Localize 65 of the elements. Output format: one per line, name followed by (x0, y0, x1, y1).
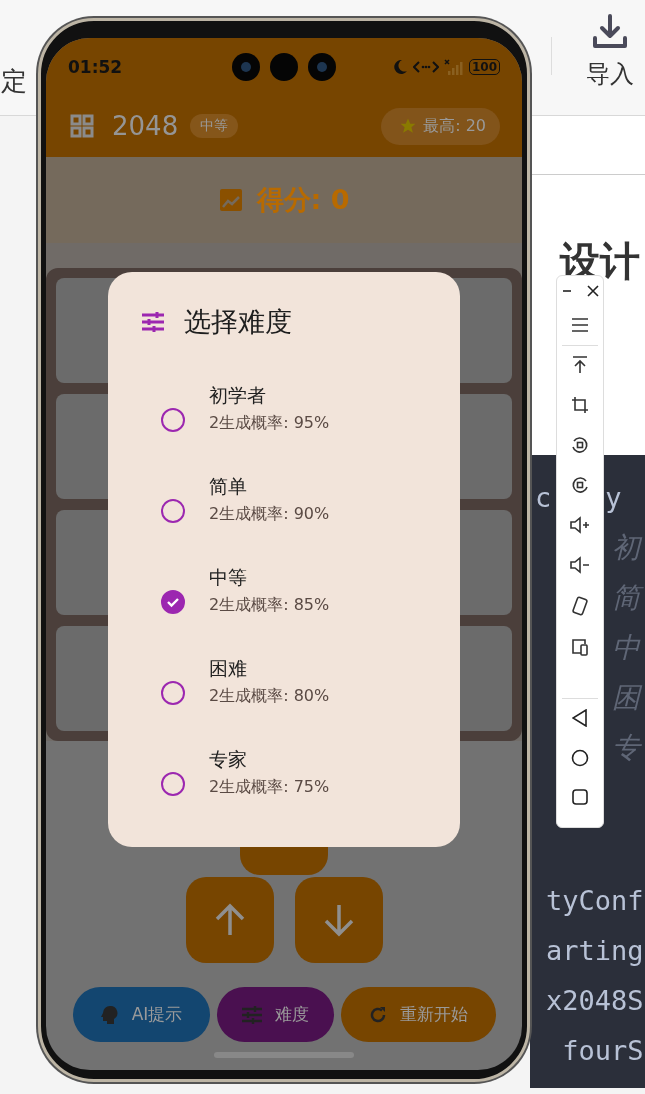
page-text: 定 (1, 65, 27, 98)
option-label: 中等 (209, 565, 248, 590)
restart-button[interactable]: 重新开始 (340, 987, 496, 1042)
code-text: c (535, 481, 552, 515)
radio-button[interactable] (161, 407, 185, 432)
battery-level: 100 (468, 58, 500, 75)
code-comment: 专 (612, 730, 643, 766)
head-icon (99, 1004, 120, 1025)
code-comment: 困 (612, 673, 645, 723)
volume-up-icon[interactable] (570, 516, 590, 534)
close-icon[interactable] (586, 285, 599, 297)
crop-icon[interactable] (571, 396, 589, 414)
code-comment: 初 (612, 523, 645, 573)
phone-rotate-icon[interactable] (571, 596, 589, 616)
radio-button[interactable] (161, 680, 185, 705)
code-comment: 简 (612, 573, 645, 623)
tune-icon (241, 1004, 263, 1025)
back-icon[interactable] (572, 709, 588, 727)
download-icon (592, 14, 628, 50)
radio-button[interactable] (161, 498, 185, 523)
recents-icon[interactable] (572, 789, 588, 805)
code-text: arting (546, 934, 645, 968)
dialog-title: 选择难度 (184, 305, 292, 339)
option-detail: 2生成概率: 80% (209, 686, 330, 707)
radio-button[interactable] (161, 771, 185, 796)
import-button[interactable]: 导入 (578, 14, 642, 90)
difficulty-badge: 中等 (190, 114, 239, 138)
code-text: x2048S (546, 984, 645, 1018)
score-text: 得分: 0 (256, 183, 350, 217)
home-icon[interactable] (571, 749, 589, 767)
devices-icon[interactable] (571, 638, 589, 656)
code-text: fourS (561, 1034, 645, 1068)
data-transfer-icon (412, 59, 439, 74)
hint-button[interactable]: AI提示 (72, 987, 210, 1042)
option-detail: 2生成概率: 85% (209, 595, 330, 616)
camera-icon (308, 53, 336, 81)
difficulty-button[interactable]: 难度 (216, 987, 334, 1042)
best-score: 最高: 20 (423, 115, 486, 137)
moon-icon (391, 58, 408, 75)
minimize-icon[interactable] (561, 289, 572, 293)
code-text: y (605, 481, 622, 515)
app-title: 2048 (112, 111, 179, 141)
rotate-left-icon[interactable] (571, 436, 589, 454)
volume-down-icon[interactable] (570, 556, 590, 574)
code-text: tyConf (546, 884, 645, 918)
option-label: 专家 (209, 747, 248, 772)
refresh-icon (368, 1004, 388, 1025)
rotate-right-icon[interactable] (571, 476, 589, 494)
option-detail: 2生成概率: 75% (209, 777, 330, 798)
option-label: 简单 (209, 474, 248, 499)
menu-icon[interactable] (571, 317, 589, 333)
option-detail: 2生成概率: 90% (209, 504, 330, 525)
star-icon (399, 117, 418, 135)
chart-icon (218, 188, 243, 212)
option-label: 困难 (209, 656, 248, 681)
tune-icon (141, 311, 165, 333)
option-detail: 2生成概率: 95% (209, 413, 330, 434)
status-time: 01:52 (68, 56, 123, 77)
option-label: 初学者 (209, 383, 267, 408)
radio-button[interactable] (161, 589, 185, 614)
arrow-to-top-icon[interactable] (571, 356, 589, 374)
camera-icon (270, 53, 298, 81)
camera-icon (232, 53, 260, 81)
code-comment: 中 (612, 630, 642, 666)
signal-icon (443, 58, 464, 75)
